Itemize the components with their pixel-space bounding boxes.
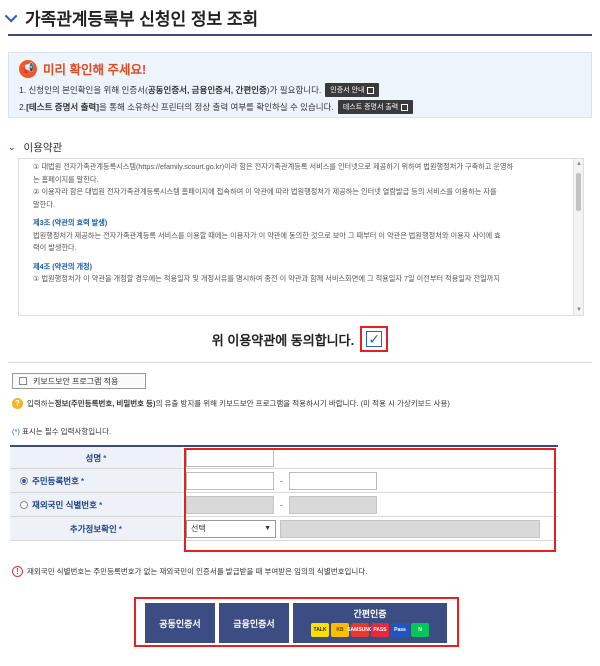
name-label: 성명 * [10, 447, 182, 468]
notice-line-2: 2. [테스트 증명서 출력] 을 통해 소유하신 프린터의 정상 출력 여부를 … [19, 100, 581, 114]
article-4-title: 제4조 (약관의 개정) [33, 261, 93, 271]
agree-highlight: ✓ [360, 326, 389, 352]
kakao-logo-icon: TALK [311, 623, 329, 637]
terms-line: 법원행정처가 제공하는 전자가족관계등록 서비스를 이용할 때에는 이용자가 이… [33, 230, 501, 240]
auth-provider-logos: TALK KB SAMSUNG PASS Pass N [311, 623, 429, 637]
terms-line: ① 대법원 전자가족관계등록시스템(https://efamily.scourt… [33, 162, 514, 171]
page-title: 가족관계등록부 신청인 정보 조회 [25, 9, 259, 29]
keyboard-info: ? 입력하는 정보(주민등록번호, 비밀번호 등) 의 유출 방지를 위해 키보드… [12, 398, 450, 409]
notice-box: 📢 미리 확인해 주세요! 1. 신청인의 본인확인을 위해 인증서(공동인증서… [8, 52, 592, 118]
terms-line: ② 이용자라 함은 대법원 전자가족관계등록시스템 홈페이지에 접속하여 이 약… [33, 187, 497, 196]
rrn-label[interactable]: 주민등록번호 * [10, 469, 182, 492]
keyboard-security-button[interactable]: 키보드보안 프로그램 적용 [12, 373, 146, 389]
extra-label: 추가정보확인 * [10, 517, 182, 540]
bullet-icon: ⌄ [8, 142, 16, 152]
article-3-title: 제3조 (약관의 효력 발생) [33, 218, 108, 227]
terms-line: 력이 발생한다. [33, 243, 77, 252]
required-note: (*) 표시는 필수 입력사항입니다. [12, 427, 112, 436]
foreign-id-note: ! 재외국민 식별번호는 주민등록번호가 없는 재외국민이 인증서를 발급받을 … [12, 566, 367, 577]
naver-logo-icon: N [411, 623, 429, 637]
scroll-down-icon[interactable]: ▼ [574, 305, 583, 315]
shinhan-logo-icon: Pass [391, 623, 409, 637]
warning-icon: ! [12, 566, 23, 577]
foreign-radio[interactable] [20, 500, 28, 509]
terms-scrollbar[interactable]: ▲ ▼ [573, 159, 583, 315]
agree-label: 위 이용약관에 동의합니다. [211, 332, 355, 348]
joint-cert-button[interactable]: 공동인증서 [145, 603, 215, 643]
agree-row: 위 이용약관에 동의합니다. ✓ [0, 326, 600, 352]
pass-logo-icon: PASS [371, 623, 389, 637]
samsung-logo-icon: SAMSUNG [347, 623, 373, 637]
chevron-icon [4, 9, 18, 22]
form-highlight [184, 448, 556, 552]
rrn-radio[interactable] [20, 476, 28, 485]
terms-line: 는 홈페이지를 말한다. [33, 174, 99, 184]
notice-heading: 미리 확인해 주세요! [43, 63, 147, 77]
question-icon: ? [12, 398, 23, 409]
agree-checkbox[interactable]: ✓ [366, 331, 383, 347]
megaphone-icon: 📢 [19, 59, 37, 78]
scroll-thumb[interactable] [576, 173, 581, 211]
scroll-up-icon[interactable]: ▲ [574, 159, 583, 169]
terms-line: 말한다. [33, 199, 55, 209]
page-header: 가족관계등록부 신청인 정보 조회 [4, 8, 592, 36]
external-link-icon [401, 103, 409, 111]
terms-textbox[interactable]: ① 대법원 전자가족관계등록시스템(https://efamily.scourt… [18, 158, 584, 316]
checkbox-icon [19, 377, 27, 385]
finance-cert-button[interactable]: 금융인증서 [219, 603, 289, 643]
foreign-label[interactable]: 재외국민 식별번호 * [10, 493, 182, 516]
terms-line: ① 법원행정처가 이 약관을 개정할 경우에는 적용일자 및 개정사유를 명시하… [33, 274, 500, 283]
notice-line-1: 1. 신청인의 본인확인을 위해 인증서(공동인증서, 금융인증서, 간편인증)… [19, 83, 581, 97]
terms-section-title: ⌄ 이용약관 [8, 142, 63, 154]
test-print-button[interactable]: 테스트 증명서 출력 [337, 100, 414, 114]
divider [8, 362, 592, 363]
cert-guide-button[interactable]: 인증서 안내 [325, 83, 380, 97]
external-link-icon [367, 86, 375, 94]
simple-auth-button[interactable]: 간편인증 TALK KB SAMSUNG PASS Pass N [293, 603, 447, 643]
